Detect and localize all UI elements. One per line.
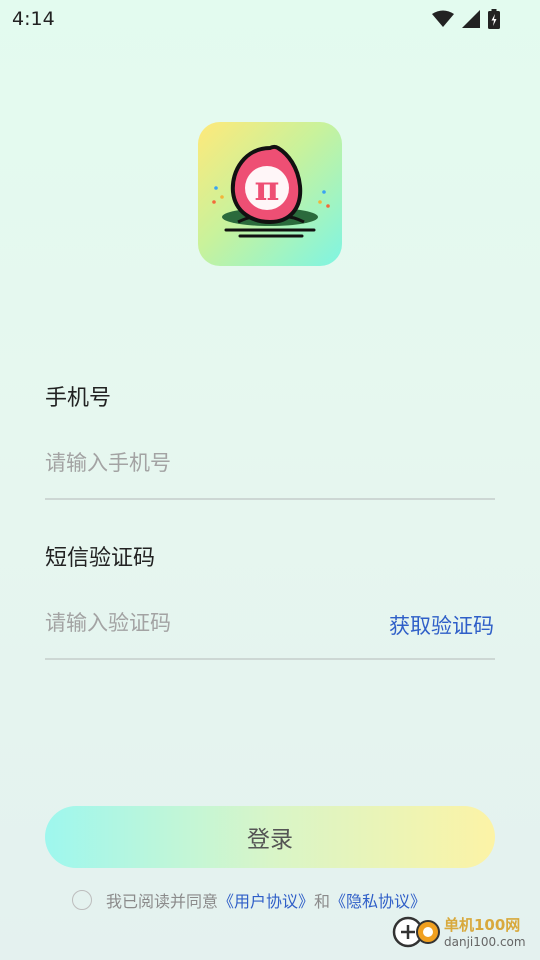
- get-code-button[interactable]: 获取验证码: [389, 610, 494, 640]
- user-agreement-link[interactable]: 《用户协议》: [218, 888, 314, 912]
- agreement: 我已阅读并同意 《用户协议》 和 《隐私协议》: [72, 888, 426, 912]
- watermark-domain: danji100.com: [444, 935, 526, 949]
- status-time: 4:14: [12, 8, 55, 30]
- phone-divider: [45, 498, 495, 500]
- watermark-name: 单机100网: [444, 916, 521, 934]
- watermark: 单机100网 danji100.com: [392, 908, 534, 956]
- code-input[interactable]: [45, 608, 345, 638]
- app-logo: π: [198, 122, 342, 266]
- peach-logo-icon: π: [212, 144, 330, 238]
- signal-icon: [462, 10, 480, 28]
- code-divider: [45, 658, 495, 660]
- status-icons: [432, 9, 500, 29]
- agreement-prefix: 我已阅读并同意: [106, 892, 219, 911]
- wifi-icon: [432, 10, 454, 27]
- status-bar: 4:14: [0, 0, 540, 38]
- pi-glyph: π: [255, 169, 280, 209]
- phone-input[interactable]: [45, 448, 375, 478]
- phone-label: 手机号: [45, 386, 112, 411]
- code-label: 短信验证码: [45, 546, 156, 571]
- watermark-logo-icon: [392, 916, 440, 948]
- agreement-and: 和: [314, 892, 331, 911]
- login-button[interactable]: 登录: [45, 806, 495, 868]
- battery-icon: [488, 9, 500, 29]
- agree-checkbox[interactable]: [72, 890, 92, 910]
